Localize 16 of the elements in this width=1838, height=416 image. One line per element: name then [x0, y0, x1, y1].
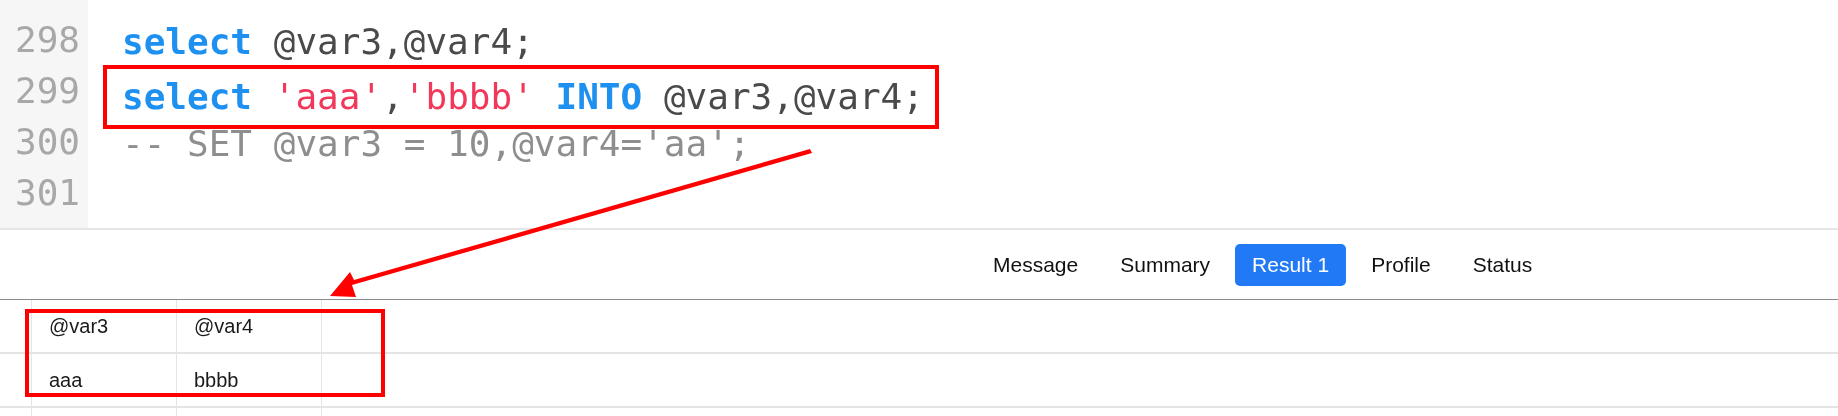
column-header: @var3	[32, 300, 177, 352]
result-tab[interactable]: Summary	[1103, 243, 1228, 286]
line-number: 301	[13, 171, 81, 215]
line-number: 298	[13, 18, 81, 62]
result-tab[interactable]: Message	[976, 243, 1096, 286]
result-tab[interactable]: Result 1	[1235, 243, 1347, 286]
table-cell: aaa	[32, 354, 177, 406]
code-line: select @var3,@var4;	[122, 21, 534, 63]
result-tab[interactable]: Status	[1455, 243, 1550, 286]
line-number: 300	[13, 120, 81, 164]
column-header: @var4	[177, 300, 322, 352]
result-tab[interactable]: Profile	[1354, 243, 1448, 286]
table-cell: bbbb	[177, 354, 322, 406]
line-number: 299	[13, 69, 81, 113]
code-line: select 'aaa','bbbb' INTO @var3,@var4;	[122, 76, 924, 118]
code-line: -- SET @var3 = 10,@var4='aa';	[122, 123, 751, 165]
